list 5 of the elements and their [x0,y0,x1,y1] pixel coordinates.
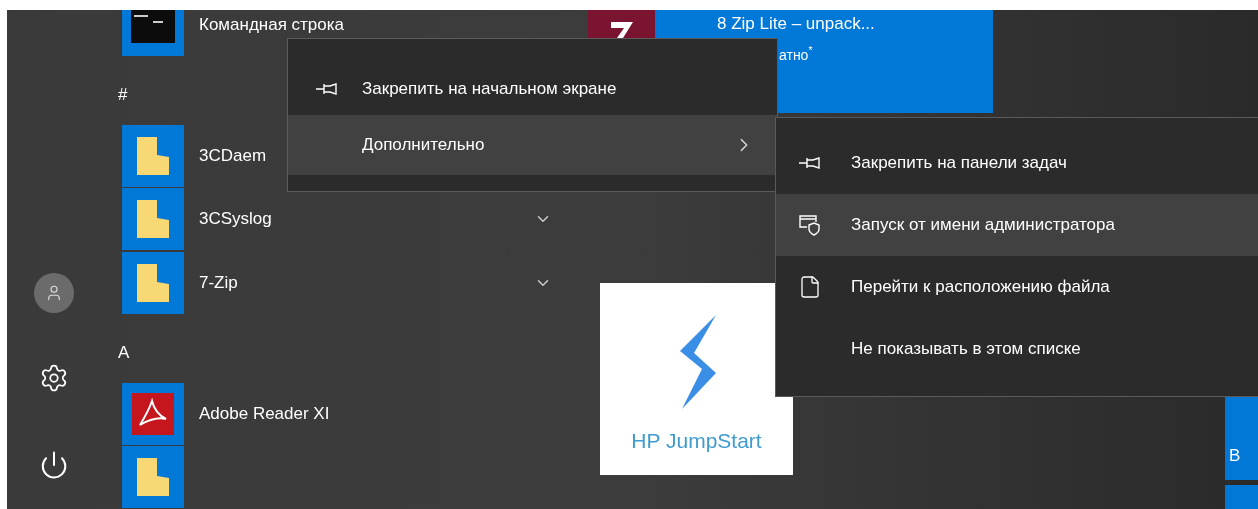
tile-subtitle: атно$^{*}$ [779,44,814,65]
tile-label: HP JumpStart [631,428,762,454]
tile-title: 8 Zip Lite – unpack... [717,13,876,35]
section-header: A [118,342,130,365]
section-header: # [118,84,128,107]
